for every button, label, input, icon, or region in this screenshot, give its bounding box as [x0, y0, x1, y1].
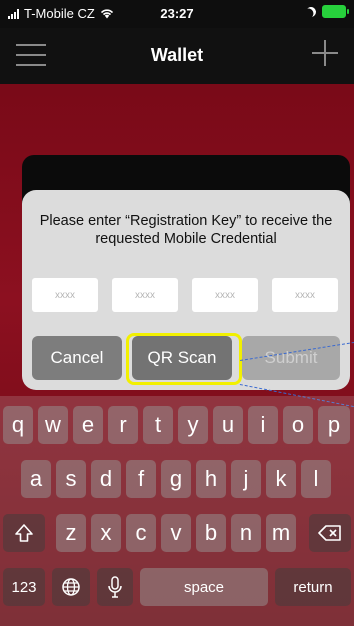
key-field-1[interactable]	[32, 278, 98, 312]
key-t[interactable]: t	[143, 406, 173, 444]
key-e[interactable]: e	[73, 406, 103, 444]
key-u[interactable]: u	[213, 406, 243, 444]
moon-icon	[304, 5, 318, 19]
microphone-key[interactable]	[97, 568, 133, 606]
backspace-icon	[318, 525, 341, 541]
cancel-button[interactable]: Cancel	[32, 336, 122, 380]
qr-scan-highlight	[126, 333, 242, 385]
backspace-key[interactable]	[309, 514, 351, 552]
key-m[interactable]: m	[266, 514, 296, 552]
key-w[interactable]: w	[38, 406, 68, 444]
key-a[interactable]: a	[21, 460, 51, 498]
key-g[interactable]: g	[161, 460, 191, 498]
shift-key[interactable]	[3, 514, 45, 552]
status-time: 23:27	[160, 6, 194, 21]
key-n[interactable]: n	[231, 514, 261, 552]
numbers-key[interactable]: 123	[3, 568, 45, 606]
app-screen: T-Mobile CZ 23:27 Wallet Please enter “R…	[0, 0, 354, 626]
key-field-2[interactable]	[112, 278, 178, 312]
battery-icon	[322, 5, 349, 18]
key-o[interactable]: o	[283, 406, 313, 444]
plus-icon[interactable]	[312, 40, 338, 66]
key-c[interactable]: c	[126, 514, 156, 552]
key-q[interactable]: q	[3, 406, 33, 444]
key-r[interactable]: r	[108, 406, 138, 444]
globe-key[interactable]	[52, 568, 90, 606]
key-y[interactable]: y	[178, 406, 208, 444]
key-h[interactable]: h	[196, 460, 226, 498]
key-z[interactable]: z	[56, 514, 86, 552]
key-f[interactable]: f	[126, 460, 156, 498]
key-b[interactable]: b	[196, 514, 226, 552]
microphone-icon	[108, 576, 122, 598]
navigation-bar: Wallet	[0, 28, 354, 84]
dialog-message: Please enter “Registration Key” to recei…	[39, 213, 333, 247]
key-field-4[interactable]	[272, 278, 338, 312]
globe-icon	[62, 578, 80, 596]
key-j[interactable]: j	[231, 460, 261, 498]
status-bar: T-Mobile CZ 23:27	[0, 0, 354, 28]
key-i[interactable]: i	[248, 406, 278, 444]
key-p[interactable]: p	[318, 406, 350, 444]
key-s[interactable]: s	[56, 460, 86, 498]
registration-key-fields	[32, 278, 342, 312]
key-k[interactable]: k	[266, 460, 296, 498]
key-d[interactable]: d	[91, 460, 121, 498]
key-x[interactable]: x	[91, 514, 121, 552]
key-v[interactable]: v	[161, 514, 191, 552]
key-l[interactable]: l	[301, 460, 331, 498]
page-title: Wallet	[150, 45, 204, 65]
keyboard: q w e r t y u i o p a s d f g h j k l z …	[0, 396, 354, 626]
shift-icon	[15, 524, 33, 542]
space-key[interactable]: space	[140, 568, 268, 606]
return-key[interactable]: return	[275, 568, 351, 606]
key-field-3[interactable]	[192, 278, 258, 312]
